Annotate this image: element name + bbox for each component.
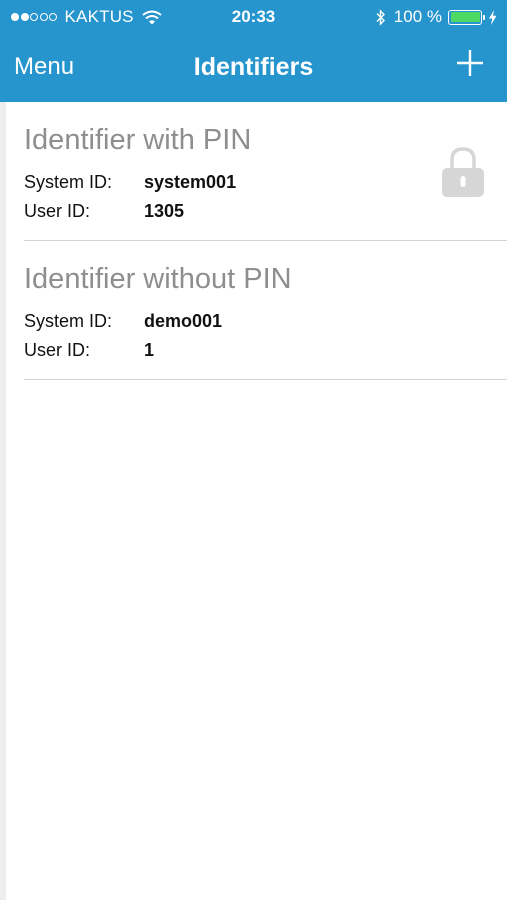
identifier-name: Identifier with PIN	[24, 124, 252, 156]
page-title: Identifiers	[193, 53, 314, 81]
system-id-label: System ID:	[24, 311, 113, 331]
bluetooth-icon	[376, 8, 385, 26]
user-id-value: 1	[144, 340, 155, 360]
battery-percentage: 100 %	[393, 7, 442, 26]
lock-icon	[442, 147, 484, 197]
system-id-value: demo001	[144, 311, 223, 331]
user-id-row: User ID: 1	[24, 340, 154, 361]
system-id-value: system001	[144, 172, 237, 192]
add-identifier-button[interactable]	[455, 48, 485, 78]
identifier-row[interactable]: Identifier without PIN System ID: demo00…	[24, 241, 507, 380]
navigation-bar: Menu Identifiers	[0, 34, 507, 102]
charging-bolt-icon	[489, 9, 497, 25]
status-bar: KAKTUS 20:33 100 %	[0, 0, 507, 34]
system-id-row: System ID: system001	[24, 172, 236, 193]
identifier-name: Identifier without PIN	[24, 263, 292, 295]
battery-nub	[482, 14, 485, 20]
system-id-row: System ID: demo001	[24, 311, 222, 332]
left-edge-strip	[0, 102, 6, 900]
user-id-label: User ID:	[24, 340, 91, 360]
identifier-row[interactable]: Identifier with PIN System ID: system001…	[24, 102, 507, 241]
identifier-list: Identifier with PIN System ID: system001…	[24, 102, 507, 380]
battery-icon	[448, 9, 485, 25]
user-id-value: 1305	[144, 201, 185, 221]
battery-fill	[450, 12, 480, 22]
system-id-label: System ID:	[24, 172, 113, 192]
status-right: 100 %	[375, 7, 497, 27]
top-bar: KAKTUS 20:33 100 % Menu Identifiers	[0, 0, 507, 102]
user-id-row: User ID: 1305	[24, 201, 184, 222]
user-id-label: User ID:	[24, 201, 91, 221]
